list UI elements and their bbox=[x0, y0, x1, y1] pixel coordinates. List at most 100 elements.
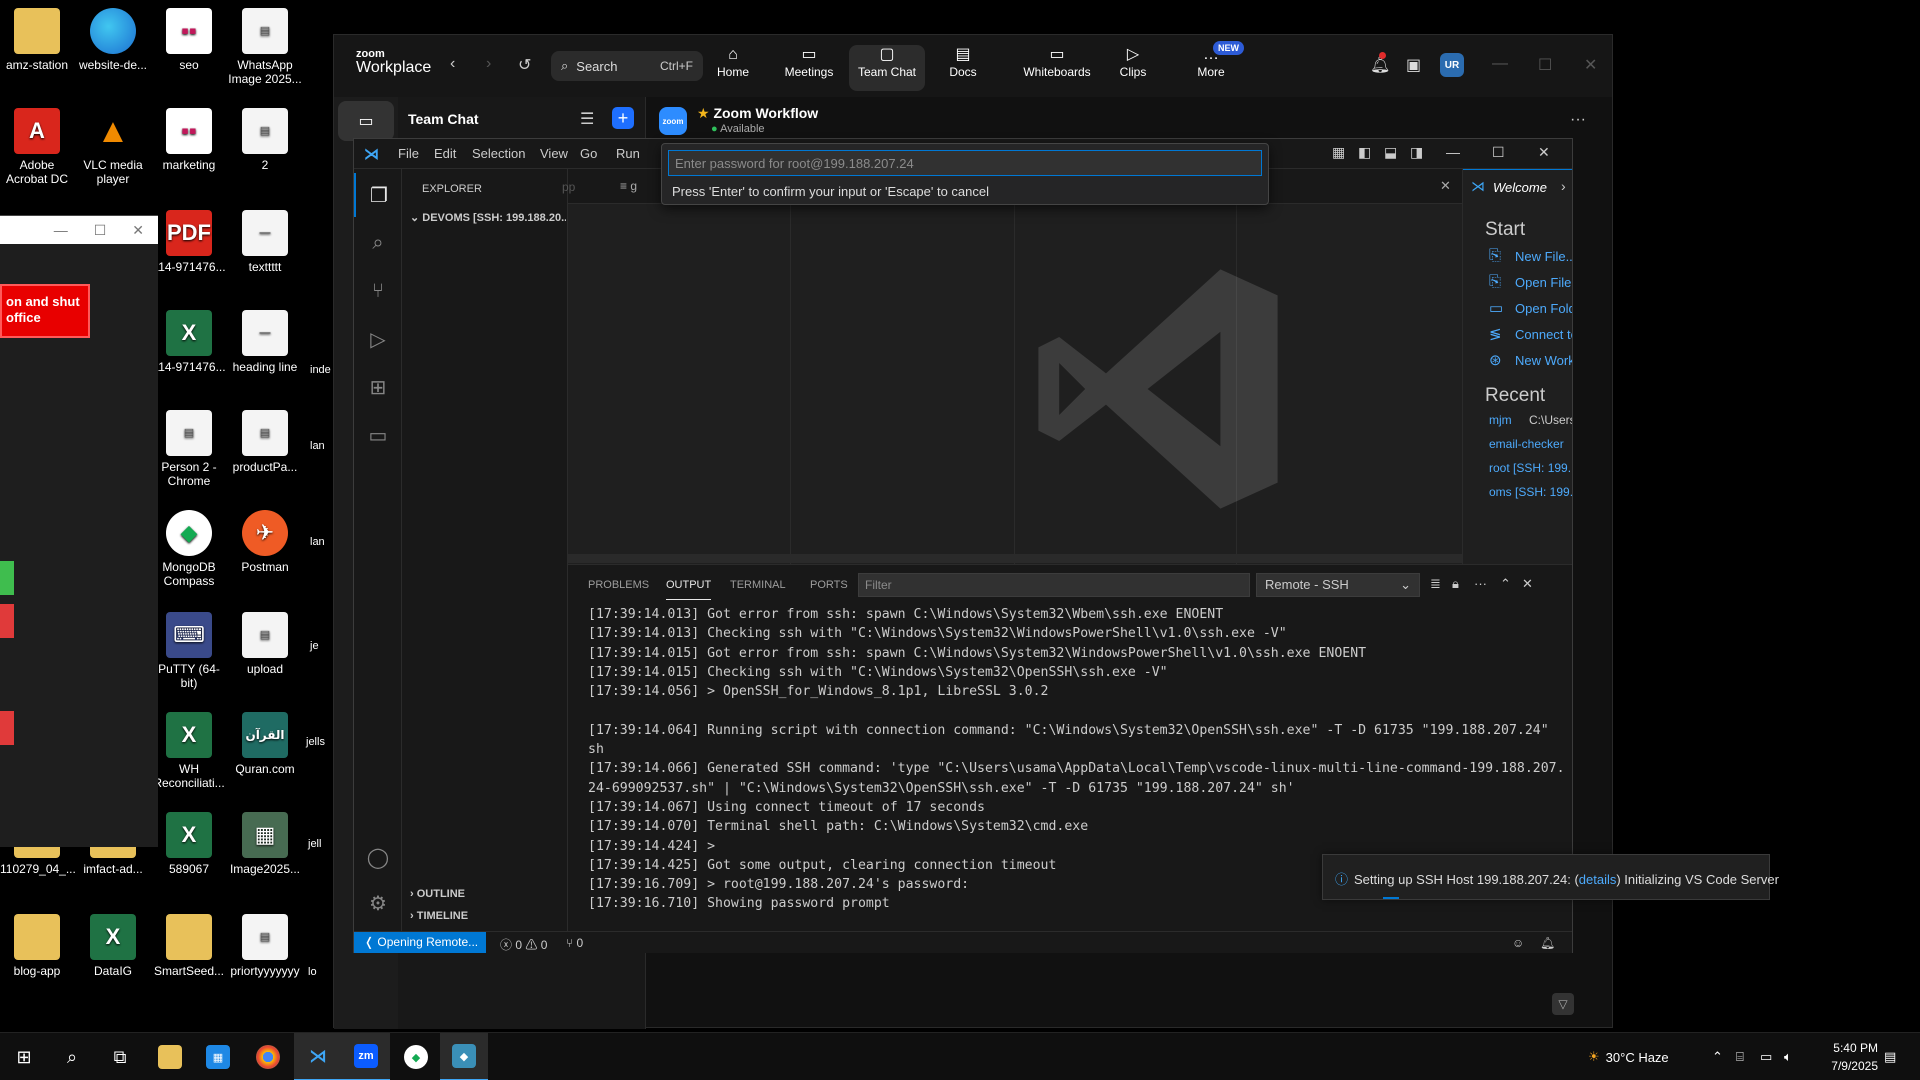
task-view-icon[interactable]: ⧉ bbox=[96, 1033, 144, 1080]
minimize-icon[interactable]: — bbox=[54, 222, 68, 238]
tab-meetings[interactable]: ▭ Meetings bbox=[771, 45, 847, 91]
desktop-icon[interactable]: website-de... bbox=[76, 8, 150, 72]
details-link[interactable]: details bbox=[1579, 872, 1617, 887]
close-panel-icon[interactable]: ✕ bbox=[1522, 576, 1533, 592]
menu-item-selection[interactable]: Selection bbox=[472, 146, 525, 161]
explorer-icon[interactable]: ❐ bbox=[354, 173, 402, 217]
desktop-icon[interactable]: — texttttt bbox=[228, 210, 302, 274]
problems-indicator[interactable]: ⓧ 0 ⚠ 0 bbox=[500, 936, 547, 953]
file-explorer-icon[interactable] bbox=[146, 1033, 194, 1080]
desktop-icon[interactable]: — heading line bbox=[228, 310, 302, 374]
desktop-icon[interactable]: القرآن Quran.com bbox=[228, 712, 302, 776]
red-bar[interactable] bbox=[0, 604, 14, 638]
tab-terminal[interactable]: TERMINAL bbox=[730, 579, 786, 591]
chat-bubble-icon[interactable]: ▭ bbox=[338, 101, 394, 141]
maximize-panel-icon[interactable]: ⌃ bbox=[1500, 576, 1511, 592]
calendar-icon[interactable]: ▣ bbox=[1406, 55, 1421, 75]
notifications-bell-icon[interactable]: 🔔︎ bbox=[1540, 936, 1555, 950]
desktop-icon[interactable]: ▤ upload bbox=[228, 612, 302, 676]
menu-item-view[interactable]: View bbox=[540, 146, 568, 161]
recent-item[interactable]: root [SSH: 199... bbox=[1489, 461, 1572, 475]
desktop-icon[interactable]: blog-app bbox=[0, 914, 74, 978]
output-channel-select[interactable]: Remote - SSH ⌄ bbox=[1256, 573, 1420, 597]
desktop-icon[interactable]: X DataIG bbox=[76, 914, 150, 978]
chevron-right-icon[interactable]: › bbox=[1561, 178, 1566, 194]
red-alert-banner[interactable]: on and shut office bbox=[0, 284, 90, 338]
tab-home[interactable]: ⌂ Home bbox=[695, 45, 771, 91]
tab-whiteboards[interactable]: ▭ Whiteboards bbox=[1012, 45, 1102, 91]
team-chat-title[interactable]: Team Chat bbox=[408, 111, 479, 127]
close-icon[interactable]: ✕ bbox=[1538, 144, 1550, 161]
new-chat-button[interactable]: + bbox=[612, 107, 634, 129]
desktop-icon[interactable]: ▤ WhatsApp Image 2025... bbox=[228, 8, 302, 86]
notification-center-icon[interactable]: ▤ bbox=[1884, 1033, 1896, 1080]
maximize-icon[interactable]: ☐ bbox=[94, 222, 107, 239]
menu-item-go[interactable]: Go bbox=[580, 146, 597, 161]
toggle-secondary-sidebar-icon[interactable]: ◨ bbox=[1410, 144, 1423, 161]
desktop-icon[interactable]: ▲ VLC media player bbox=[76, 108, 150, 186]
outline-section[interactable]: › OUTLINE bbox=[410, 888, 566, 900]
display-icon[interactable]: ▭ bbox=[1760, 1033, 1772, 1080]
lock-icon[interactable]: 🔒︎ bbox=[1452, 576, 1459, 592]
store-icon[interactable]: ▦ bbox=[194, 1033, 242, 1080]
password-input[interactable] bbox=[668, 150, 1262, 176]
open-file-link[interactable]: Open File... bbox=[1515, 275, 1572, 290]
green-bar[interactable] bbox=[0, 561, 14, 595]
chrome-icon[interactable] bbox=[244, 1033, 292, 1080]
avatar[interactable]: UR bbox=[1440, 53, 1464, 77]
desktop-icon[interactable]: ▤ priortyyyyyyy bbox=[228, 914, 302, 978]
desktop-icon[interactable]: X WH Reconciliati... bbox=[152, 712, 226, 790]
desktop-icon[interactable]: ◆ MongoDB Compass bbox=[152, 510, 226, 588]
desktop-icon[interactable]: ▤ 2 bbox=[228, 108, 302, 172]
toggle-panel-icon[interactable]: ⬓ bbox=[1384, 144, 1397, 161]
tab-fragment[interactable]: pp bbox=[562, 180, 575, 194]
run-debug-icon[interactable]: ▷ bbox=[354, 317, 402, 361]
toggle-sidebar-icon[interactable]: ◧ bbox=[1358, 144, 1371, 161]
menu-item-run[interactable]: Run bbox=[616, 146, 640, 161]
recent-item[interactable]: mjm bbox=[1489, 413, 1512, 427]
minimize-icon[interactable]: — bbox=[1446, 144, 1460, 160]
open-folder-link[interactable]: Open Folder... bbox=[1515, 301, 1572, 316]
search-icon[interactable]: ⌕ bbox=[354, 221, 402, 265]
app-icon[interactable]: ◆ bbox=[440, 1033, 488, 1080]
menu-item-file[interactable]: File bbox=[398, 146, 419, 161]
tab-docs[interactable]: ▤ Docs bbox=[925, 45, 1001, 91]
maximize-icon[interactable]: ☐ bbox=[1538, 55, 1552, 75]
desktop-icon[interactable]: ✈ Postman bbox=[228, 510, 302, 574]
account-icon[interactable]: ◯ bbox=[354, 835, 402, 879]
start-windows-icon[interactable]: ⊞ bbox=[0, 1033, 48, 1080]
timeline-section[interactable]: › TIMELINE bbox=[410, 910, 566, 922]
remote-indicator[interactable]: ❬ Opening Remote... bbox=[354, 932, 487, 953]
remote-explorer-icon[interactable]: ▭ bbox=[354, 413, 402, 457]
tab-team-chat[interactable]: ▢ Team Chat bbox=[849, 45, 925, 91]
recent-item[interactable]: oms [SSH: 199... bbox=[1489, 485, 1572, 499]
output-filter-input[interactable]: Filter bbox=[858, 573, 1250, 597]
clock[interactable]: 5:40 PM 7/9/2025 bbox=[1812, 1039, 1878, 1075]
new-workspace-link[interactable]: New Workspace... bbox=[1515, 353, 1572, 368]
close-tab-icon[interactable]: ✕ bbox=[1440, 178, 1451, 194]
new-file-link[interactable]: New File... bbox=[1515, 249, 1572, 264]
desktop-icon[interactable]: X 114-971476... bbox=[152, 310, 226, 374]
desktop-icon[interactable]: ▤ productPa... bbox=[228, 410, 302, 474]
tab-problems[interactable]: PROBLEMS bbox=[588, 579, 649, 591]
filter-icon[interactable]: ☰ bbox=[580, 109, 594, 129]
zoom-search-box[interactable]: ⌕ Search Ctrl+F bbox=[551, 51, 703, 81]
desktop-icon[interactable]: X 589067 bbox=[152, 812, 226, 876]
list-icon[interactable]: ≣ bbox=[1430, 576, 1441, 592]
weather-widget[interactable]: ☀ 30°C Haze bbox=[1588, 1033, 1669, 1080]
source-control-icon[interactable]: ⑂ bbox=[354, 269, 402, 313]
desktop-icon[interactable]: ▪▪ marketing bbox=[152, 108, 226, 172]
network-icon[interactable]: ⌸ bbox=[1736, 1033, 1744, 1080]
desktop-icon[interactable]: ⌨ PuTTY (64-bit) bbox=[152, 612, 226, 690]
tab-output[interactable]: OUTPUT bbox=[666, 579, 712, 600]
tab-ports[interactable]: PORTS bbox=[810, 579, 848, 591]
history-icon[interactable]: ↺ bbox=[518, 55, 531, 75]
volume-icon[interactable]: 🔈︎ bbox=[1784, 1033, 1792, 1080]
copilot-icon[interactable]: ☺ bbox=[1512, 936, 1524, 950]
horizontal-scrollbar[interactable] bbox=[568, 554, 1462, 563]
star-icon[interactable]: ★ bbox=[697, 105, 710, 121]
maximize-icon[interactable]: ☐ bbox=[1492, 144, 1505, 161]
close-icon[interactable]: ✕ bbox=[1584, 55, 1597, 75]
minimize-icon[interactable]: — bbox=[1492, 55, 1508, 73]
chat-name[interactable]: ★ Zoom Workflow bbox=[697, 105, 818, 122]
